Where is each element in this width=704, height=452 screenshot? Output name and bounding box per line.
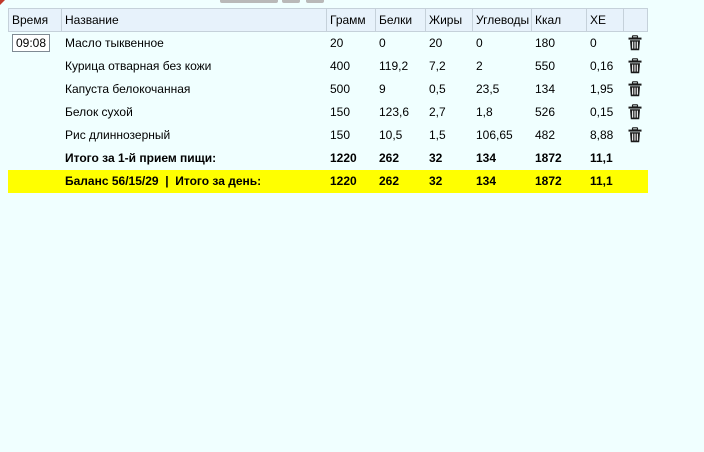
time-cell [9, 78, 62, 101]
food-row[interactable]: 09:08 Масло тыквенное 20 0 20 0 180 0 [9, 32, 648, 55]
food-name: Капуста белокочанная [65, 82, 191, 96]
food-grams: 20 [330, 36, 344, 50]
food-xe: 0 [590, 36, 597, 50]
subtotal-label: Итого за 1-й прием пищи: [65, 151, 217, 165]
delete-cell [624, 78, 648, 101]
subtotal-kcal: 1872 [535, 151, 562, 165]
food-carbs: 1,8 [476, 105, 493, 119]
total-kcal: 1872 [531, 169, 587, 193]
trash-icon[interactable] [627, 58, 643, 74]
subtotal-grams: 1220 [330, 151, 357, 165]
column-header-protein[interactable]: Белки [375, 8, 426, 32]
delete-cell [624, 124, 648, 147]
time-cell [9, 55, 62, 78]
food-xe: 1,95 [590, 82, 614, 96]
column-header-grams[interactable]: Грамм [326, 8, 376, 32]
total-grams: 1220 [326, 169, 376, 193]
toolbar-button-remnant[interactable] [306, 0, 324, 3]
food-xe: 0,15 [590, 105, 614, 119]
food-grams: 500 [330, 82, 351, 96]
top-toolbar-remnant [220, 0, 332, 3]
corner-marker [0, 0, 5, 5]
food-diary-table: Время Название Грамм Белки Жиры Углеводы… [8, 8, 648, 193]
food-row[interactable]: Курица отварная без кожи 400 119,2 7,2 2 550 0… [9, 55, 648, 78]
food-row[interactable]: Рис длиннозерный 150 10,5 1,5 106,65 482 8,88 [9, 124, 648, 147]
total-fat: 32 [425, 169, 473, 193]
food-fat: 20 [429, 36, 443, 50]
total-xe: 11,1 [586, 169, 624, 193]
food-xe: 0,16 [590, 59, 614, 73]
food-name: Рис длиннозерный [65, 128, 171, 142]
food-grams: 150 [330, 128, 351, 142]
total-label: Баланс 56/15/29 | Итого за день: [61, 169, 327, 193]
food-grams: 150 [330, 105, 351, 119]
food-carbs: 106,65 [476, 128, 513, 142]
food-xe: 8,88 [590, 128, 614, 142]
table-header-row: Время Название Грамм Белки Жиры Углеводы… [8, 8, 648, 32]
trash-icon[interactable] [627, 35, 643, 51]
food-name: Масло тыквенное [65, 36, 164, 50]
trash-icon[interactable] [627, 127, 643, 143]
total-protein: 262 [375, 169, 426, 193]
delete-cell [624, 101, 648, 124]
food-protein: 10,5 [379, 128, 403, 142]
meal-subtotal-row: Итого за 1-й прием пищи: 1220 262 32 134… [9, 147, 648, 170]
food-fat: 7,2 [429, 59, 446, 73]
food-protein: 9 [379, 82, 386, 96]
time-cell [9, 124, 62, 147]
column-header-time[interactable]: Время [8, 8, 62, 32]
toolbar-button-remnant[interactable] [282, 0, 300, 3]
food-row[interactable]: Капуста белокочанная 500 9 0,5 23,5 134 1,95 [9, 78, 648, 101]
subtotal-protein: 262 [379, 151, 400, 165]
subtotal-actions-cell [624, 147, 648, 170]
column-header-name[interactable]: Название [61, 8, 327, 32]
toolbar-button-remnant[interactable] [220, 0, 278, 3]
food-kcal: 134 [535, 82, 556, 96]
food-kcal: 526 [535, 105, 556, 119]
food-protein: 119,2 [379, 59, 409, 73]
food-fat: 2,7 [429, 105, 446, 119]
food-name: Белок сухой [65, 105, 133, 119]
delete-cell [624, 32, 648, 55]
food-carbs: 2 [476, 59, 483, 73]
column-header-xe[interactable]: ХЕ [586, 8, 624, 32]
column-header-carbs[interactable]: Углеводы [472, 8, 532, 32]
time-cell [9, 101, 62, 124]
subtotal-fat: 32 [429, 151, 443, 165]
food-name: Курица отварная без кожи [65, 59, 212, 73]
trash-icon[interactable] [627, 104, 643, 120]
food-grams: 400 [330, 59, 351, 73]
food-row[interactable]: Белок сухой 150 123,6 2,7 1,8 526 0,15 [9, 101, 648, 124]
food-carbs: 0 [476, 36, 483, 50]
meal-time-field[interactable]: 09:08 [12, 34, 51, 52]
total-actions-cell [623, 169, 648, 193]
food-kcal: 180 [535, 36, 556, 50]
column-header-actions [623, 8, 648, 32]
subtotal-time-cell [9, 147, 62, 170]
subtotal-xe: 11,1 [590, 151, 613, 165]
trash-icon[interactable] [627, 81, 643, 97]
food-fat: 0,5 [429, 82, 446, 96]
food-kcal: 550 [535, 59, 556, 73]
day-total-row: Баланс 56/15/29 | Итого за день: 1220 26… [8, 169, 648, 193]
subtotal-carbs: 134 [476, 151, 497, 165]
column-header-fat[interactable]: Жиры [425, 8, 473, 32]
food-protein: 123,6 [379, 105, 410, 119]
total-carbs: 134 [472, 169, 532, 193]
total-time-cell [8, 169, 62, 193]
column-header-kcal[interactable]: Ккал [531, 8, 587, 32]
food-fat: 1,5 [429, 128, 446, 142]
food-carbs: 23,5 [476, 82, 500, 96]
food-protein: 0 [379, 36, 386, 50]
food-kcal: 482 [535, 128, 556, 142]
time-cell: 09:08 [9, 32, 62, 55]
delete-cell [624, 55, 648, 78]
